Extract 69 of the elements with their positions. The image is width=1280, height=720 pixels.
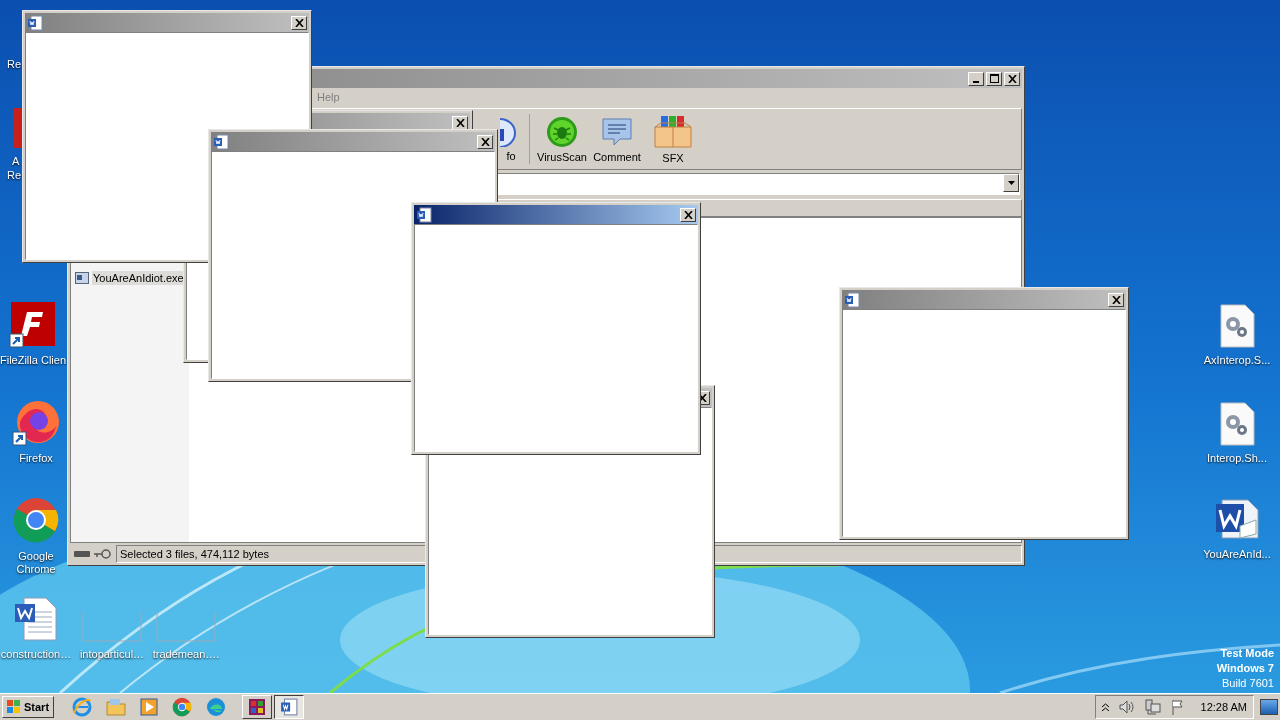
toolbar-button[interactable]: Comment <box>589 111 645 167</box>
close-button[interactable] <box>1004 71 1020 86</box>
file-name[interactable]: YouAreAnIdiot.exe <box>92 271 185 285</box>
close-icon <box>1111 295 1121 304</box>
maximize-button[interactable] <box>986 71 1002 86</box>
archive-icon <box>248 698 267 716</box>
windows-logo-icon <box>7 700 21 714</box>
icon-label: Re <box>7 58 22 70</box>
gear-document-icon <box>1219 402 1255 446</box>
document-icon <box>213 133 229 150</box>
bug-icon <box>546 115 578 148</box>
icon-label: Interop.Sh... <box>1207 452 1267 465</box>
close-button[interactable] <box>452 115 468 130</box>
document-icon <box>416 206 432 223</box>
speaker-icon[interactable] <box>1118 700 1135 714</box>
chevron-up-icon[interactable] <box>1101 703 1109 711</box>
close-icon <box>1007 74 1017 83</box>
icon-label: Firefox <box>19 452 53 465</box>
icon-label: Re <box>7 169 22 181</box>
close-icon <box>480 137 490 146</box>
icon-label: FileZilla Clien <box>0 354 66 367</box>
document-icon <box>27 14 43 31</box>
system-notice: Build 7601 <box>1222 676 1274 691</box>
exe-file-icon <box>75 272 89 284</box>
caret-icon <box>1007 181 1015 185</box>
icon-label: A <box>12 155 20 167</box>
close-button[interactable] <box>1108 292 1124 307</box>
toolbar-button[interactable]: VirusScan <box>535 111 589 167</box>
maximize-icon <box>989 74 999 83</box>
start-button[interactable]: Start <box>2 696 55 718</box>
icon-label: Google Chrome <box>15 550 57 576</box>
comment-icon <box>600 115 634 148</box>
toolbar-button[interactable]: fo <box>498 111 524 167</box>
close-button[interactable] <box>291 15 307 30</box>
icon-label: construction… <box>0 648 72 661</box>
icon-label: YouAreAnId... <box>1203 548 1271 561</box>
system-notice: Test Mode <box>1220 646 1274 661</box>
close-button[interactable] <box>680 207 696 222</box>
document-icon <box>280 698 299 716</box>
filezilla-icon <box>9 300 57 348</box>
system-notice: Windows 7 <box>1216 661 1274 676</box>
chrome-icon <box>172 697 193 717</box>
toolbar-button[interactable]: SFX <box>645 111 701 167</box>
app-icon <box>14 108 22 148</box>
firefox-icon <box>12 398 60 446</box>
drive-icon <box>74 551 90 557</box>
clock: 12:28 AM <box>1200 701 1247 713</box>
blank-file-icon <box>82 612 142 642</box>
blank-file-icon <box>156 612 216 642</box>
box-icon <box>653 114 693 149</box>
close-icon <box>683 210 693 219</box>
document-icon <box>14 596 58 642</box>
document-icon <box>1214 496 1260 542</box>
minimize-icon <box>973 80 979 83</box>
media-player-icon[interactable] <box>140 698 159 716</box>
network-icon[interactable] <box>1144 699 1161 715</box>
taskbar-button[interactable] <box>274 695 305 719</box>
minimize-button[interactable] <box>968 71 984 86</box>
close-icon <box>455 118 465 127</box>
chrome-icon <box>12 496 60 544</box>
key-icon <box>94 549 112 559</box>
show-desktop-button[interactable] <box>1260 699 1278 715</box>
dropdown-button[interactable] <box>1003 174 1019 192</box>
close-button[interactable] <box>477 134 493 149</box>
icon-label: AxInterop.S... <box>1203 354 1271 367</box>
gear-document-icon <box>1219 304 1255 348</box>
close-icon <box>294 18 304 27</box>
document-icon <box>844 291 860 308</box>
flag-icon[interactable] <box>1170 699 1185 715</box>
